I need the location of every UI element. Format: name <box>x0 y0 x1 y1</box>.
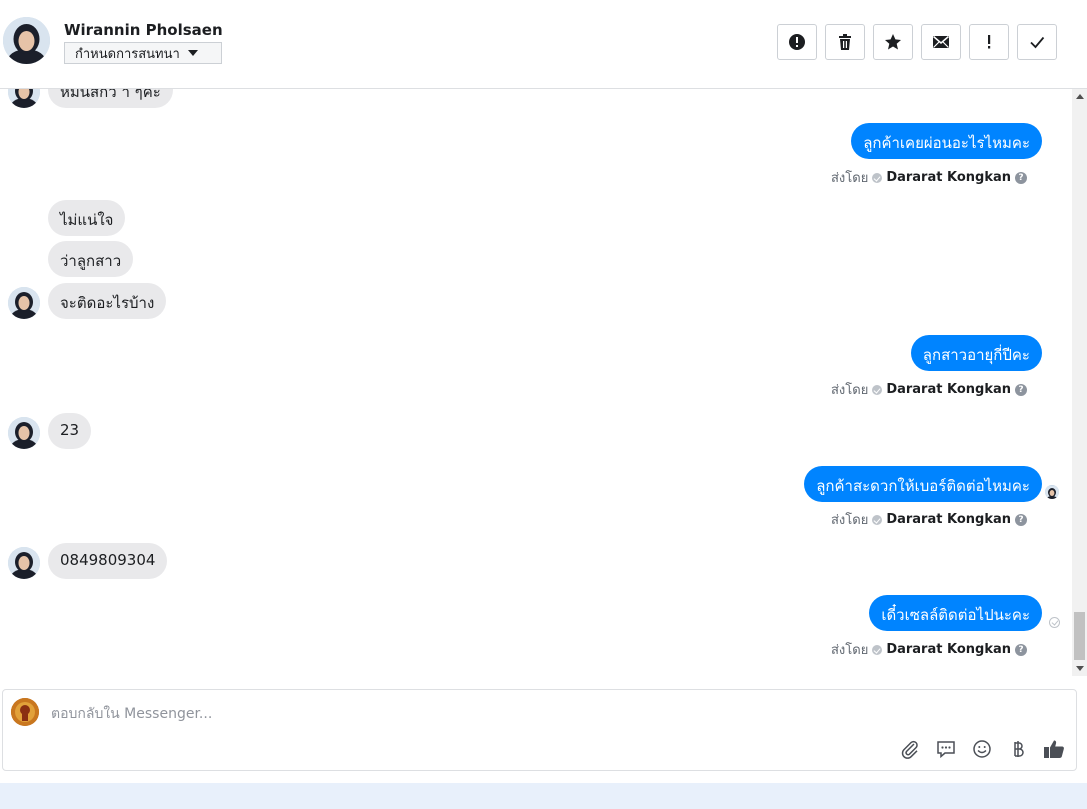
incoming-message[interactable]: จะติดอะไรบ้าง <box>48 283 167 319</box>
sent-status-icon <box>1049 617 1060 628</box>
verified-icon <box>872 172 883 183</box>
mark-done-button[interactable] <box>1017 24 1057 60</box>
verified-icon <box>872 644 883 655</box>
outgoing-message[interactable]: เดี๋วเซลล์ติดต่อไปนะคะ <box>869 595 1042 631</box>
spam-button[interactable] <box>777 24 817 60</box>
scroll-up-arrow-icon[interactable] <box>1076 94 1084 99</box>
payment-baht-icon[interactable] <box>1007 738 1029 760</box>
incoming-message[interactable]: หมันสกว า ๆคะ <box>48 89 173 108</box>
follow-up-button[interactable] <box>969 24 1009 60</box>
star-icon <box>885 34 901 50</box>
contact-avatar-small <box>8 547 40 579</box>
caret-down-icon <box>187 50 198 56</box>
conversation-header: Wirannin Pholsaen กำหนดการสนทนา <box>0 0 1087 89</box>
help-icon[interactable]: ? <box>1015 383 1027 396</box>
sent-by-info: ส่งโดย Dararat Kongkan ? <box>831 509 1027 530</box>
message-thread: หมันสกว า ๆคะ ลูกค้าเคยผ่อนอะไรไหมคะ ส่ง… <box>0 89 1072 676</box>
reply-input[interactable] <box>51 704 951 724</box>
incoming-message[interactable]: 0849809304 <box>48 543 168 579</box>
delete-button[interactable] <box>825 24 865 60</box>
exclamation-icon <box>988 35 991 49</box>
outgoing-message[interactable]: ลูกค้าเคยผ่อนอะไรไหมคะ <box>851 123 1042 159</box>
thread-scrollbar[interactable] <box>1072 89 1087 676</box>
sent-by-info: ส่งโดย Dararat Kongkan ? <box>831 379 1027 400</box>
verified-icon <box>872 384 883 395</box>
sent-by-agent[interactable]: Dararat Kongkan <box>886 170 1011 185</box>
emoji-icon[interactable] <box>971 738 993 760</box>
seen-avatar <box>1045 485 1059 499</box>
assign-conversation-dropdown[interactable]: กำหนดการสนทนา <box>64 42 222 64</box>
attachment-icon[interactable] <box>899 738 921 760</box>
mark-unread-button[interactable] <box>921 24 961 60</box>
help-icon[interactable]: ? <box>1015 171 1027 184</box>
contact-avatar[interactable] <box>3 17 50 64</box>
reply-composer <box>2 689 1077 771</box>
sent-by-prefix: ส่งโดย <box>830 383 869 398</box>
verified-icon <box>872 514 883 525</box>
page-avatar <box>11 698 39 726</box>
saved-replies-icon[interactable] <box>935 738 957 760</box>
contact-name[interactable]: Wirannin Pholsaen <box>64 21 223 39</box>
incoming-message[interactable]: ว่าลูกสาว <box>48 241 134 277</box>
sent-by-info: ส่งโดย Dararat Kongkan ? <box>831 639 1027 660</box>
thumbs-up-icon[interactable] <box>1043 738 1065 760</box>
alert-circle-icon <box>789 34 805 50</box>
bottom-strip <box>0 783 1087 809</box>
sent-by-agent[interactable]: Dararat Kongkan <box>886 382 1011 397</box>
incoming-message[interactable]: ไม่แน่ใจ <box>48 200 126 236</box>
envelope-icon <box>933 35 949 48</box>
sent-by-info: ส่งโดย Dararat Kongkan ? <box>831 167 1027 188</box>
contact-avatar-small <box>8 417 40 449</box>
sent-by-prefix: ส่งโดย <box>830 171 869 186</box>
contact-avatar-small <box>8 89 40 108</box>
scrollbar-thumb[interactable] <box>1074 612 1085 660</box>
sent-by-agent[interactable]: Dararat Kongkan <box>886 642 1011 657</box>
trash-icon <box>839 34 851 50</box>
assign-label: กำหนดการสนทนา <box>75 46 180 62</box>
outgoing-message[interactable]: ลูกสาวอายุกี่ปีคะ <box>910 335 1042 371</box>
outgoing-message[interactable]: ลูกค้าสะดวกให้เบอร์ติดต่อไหมคะ <box>804 466 1042 502</box>
sent-by-prefix: ส่งโดย <box>830 513 869 528</box>
scroll-down-arrow-icon[interactable] <box>1076 666 1084 671</box>
help-icon[interactable]: ? <box>1015 513 1027 526</box>
incoming-message[interactable]: 23 <box>48 413 92 449</box>
star-button[interactable] <box>873 24 913 60</box>
sent-by-agent[interactable]: Dararat Kongkan <box>886 512 1011 527</box>
sent-by-prefix: ส่งโดย <box>830 643 869 658</box>
contact-avatar-small <box>8 287 40 319</box>
help-icon[interactable]: ? <box>1015 643 1027 656</box>
checkmark-icon <box>1030 36 1045 49</box>
